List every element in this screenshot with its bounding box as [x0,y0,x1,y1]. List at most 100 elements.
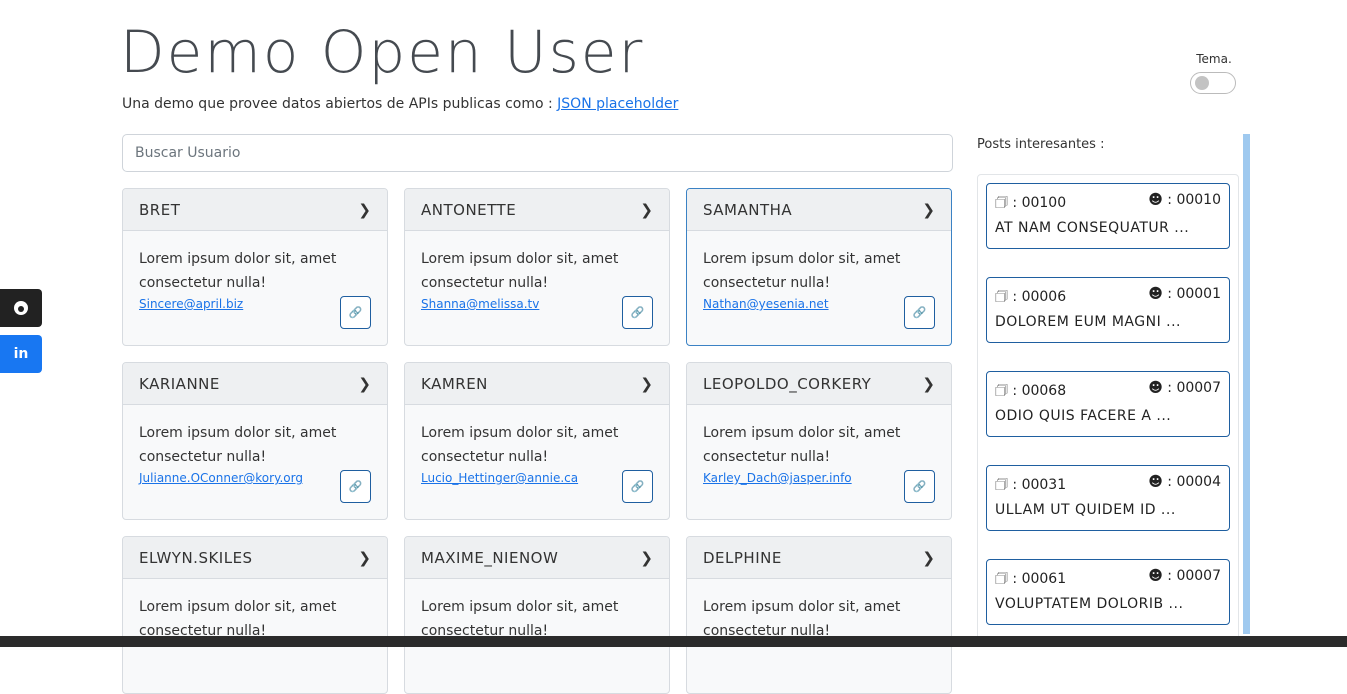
user-id-value: : 00007 [1167,568,1221,584]
user-id-value: : 00001 [1167,286,1221,302]
post-user: ☻ : 00001 [1148,286,1221,310]
user-name: ANTONETTE [421,200,517,219]
user-card[interactable]: MAXIME_NIENOW ❯ Lorem ipsum dolor sit, am… [404,536,670,694]
card-text: Lorem ipsum dolor sit, amet consectetur … [703,251,901,291]
user-card[interactable]: KARIANNE ❯ Lorem ipsum dolor sit, amet co… [122,362,388,520]
search-user-input[interactable] [122,134,953,172]
card-header[interactable]: DELPHINE ❯ [687,537,951,579]
post-item[interactable]: 🗇 : 00068 ☻ : 00007 ODIO QUIS FACERE A ..… [986,371,1230,437]
document-icon: 🗇 [995,383,1008,399]
chevron-right-icon[interactable]: ❯ [358,201,371,219]
post-id-value: : 00061 [1012,571,1067,587]
document-icon: 🗇 [995,289,1008,305]
link-icon: 🔗 [630,480,645,493]
user-name: KAMREN [421,374,488,393]
user-email-link[interactable]: Julianne.OConner@kory.org [139,471,371,485]
user-name: LEOPOLDO_CORKERY [703,374,872,393]
toggle-knob [1195,76,1209,90]
user-icon: ☻ [1148,192,1163,208]
card-header[interactable]: KARIANNE ❯ [123,363,387,405]
post-id: 🗇 : 00068 [995,380,1066,404]
card-text: Lorem ipsum dolor sit, amet consectetur … [139,425,337,465]
link-icon: 🔗 [348,306,363,319]
card-text: Lorem ipsum dolor sit, amet consectetur … [139,251,337,291]
user-card[interactable]: SAMANTHA ❯ Lorem ipsum dolor sit, amet co… [686,188,952,346]
user-name: MAXIME_NIENOW [421,548,559,567]
page-subtitle: Una demo que provee datos abiertos de AP… [122,96,678,112]
card-header[interactable]: ELWYN.SKILES ❯ [123,537,387,579]
chevron-right-icon[interactable]: ❯ [358,375,371,393]
chevron-right-icon[interactable]: ❯ [640,375,653,393]
card-header[interactable]: KAMREN ❯ [405,363,669,405]
user-icon: ☻ [1148,380,1163,396]
link-button[interactable]: 🔗 [904,470,935,503]
user-card[interactable]: BRET ❯ Lorem ipsum dolor sit, amet consec… [122,188,388,346]
card-header[interactable]: MAXIME_NIENOW ❯ [405,537,669,579]
link-button[interactable]: 🔗 [904,296,935,329]
card-header[interactable]: LEOPOLDO_CORKERY ❯ [687,363,951,405]
user-email-link[interactable]: Shanna@melissa.tv [421,297,653,311]
chevron-right-icon[interactable]: ❯ [922,375,935,393]
link-button[interactable]: 🔗 [340,470,371,503]
user-card[interactable]: KAMREN ❯ Lorem ipsum dolor sit, amet cons… [404,362,670,520]
scrollbar[interactable] [1243,134,1250,634]
user-icon: ☻ [1148,286,1163,302]
chevron-right-icon[interactable]: ❯ [922,201,935,219]
post-item[interactable]: 🗇 : 00006 ☻ : 00001 DOLOREM EUM MAGNI ... [986,277,1230,343]
linkedin-icon: in [13,346,29,362]
link-icon: 🔗 [912,480,927,493]
chevron-right-icon[interactable]: ❯ [358,549,371,567]
user-card[interactable]: DELPHINE ❯ Lorem ipsum dolor sit, amet co… [686,536,952,694]
user-name: KARIANNE [139,374,220,393]
post-item[interactable]: 🗇 : 00061 ☻ : 00007 VOLUPTATEM DOLORIB ..… [986,559,1230,625]
user-name: ELWYN.SKILES [139,548,253,567]
document-icon: 🗇 [995,477,1008,493]
card-header[interactable]: ANTONETTE ❯ [405,189,669,231]
user-email-link[interactable]: Nathan@yesenia.net [703,297,935,311]
user-icon: ☻ [1148,568,1163,584]
post-id-value: : 00068 [1012,383,1067,399]
user-icon: ☻ [1148,474,1163,490]
user-card[interactable]: LEOPOLDO_CORKERY ❯ Lorem ipsum dolor sit,… [686,362,952,520]
chevron-right-icon[interactable]: ❯ [922,549,935,567]
link-button[interactable]: 🔗 [340,296,371,329]
card-text: Lorem ipsum dolor sit, amet consectetur … [703,425,901,465]
post-user: ☻ : 00004 [1148,474,1221,498]
post-title: DOLOREM EUM MAGNI ... [995,314,1182,330]
user-name: BRET [139,200,181,219]
user-email-link[interactable]: Lucio_Hettinger@annie.ca [421,471,653,485]
os-taskbar [0,636,1347,647]
user-id-value: : 00007 [1167,380,1221,396]
user-email-link[interactable]: Sincere@april.biz [139,297,371,311]
post-id-value: : 00031 [1012,477,1067,493]
link-icon: 🔗 [630,306,645,319]
post-id: 🗇 : 00031 [995,474,1066,498]
post-item[interactable]: 🗇 : 00031 ☻ : 00004 ULLAM UT QUIDEM ID ..… [986,465,1230,531]
github-button[interactable] [0,289,42,327]
chevron-right-icon[interactable]: ❯ [640,549,653,567]
post-item[interactable]: 🗇 : 00100 ☻ : 00010 AT NAM CONSEQUATUR ..… [986,183,1230,249]
linkedin-button[interactable]: in [0,335,42,373]
page-title: Demo Open User [120,18,645,86]
post-title: ODIO QUIS FACERE A ... [995,408,1172,424]
card-text: Lorem ipsum dolor sit, amet consectetur … [421,425,619,465]
link-button[interactable]: 🔗 [622,470,653,503]
card-header[interactable]: SAMANTHA ❯ [687,189,951,231]
user-name: DELPHINE [703,548,782,567]
user-id-value: : 00004 [1167,474,1221,490]
user-card[interactable]: ELWYN.SKILES ❯ Lorem ipsum dolor sit, ame… [122,536,388,694]
post-user: ☻ : 00007 [1148,568,1221,592]
posts-panel: 🗇 : 00100 ☻ : 00010 AT NAM CONSEQUATUR ..… [977,174,1239,644]
user-card[interactable]: ANTONETTE ❯ Lorem ipsum dolor sit, amet c… [404,188,670,346]
post-title: AT NAM CONSEQUATUR ... [995,220,1190,236]
link-button[interactable]: 🔗 [622,296,653,329]
post-user: ☻ : 00010 [1148,192,1221,216]
card-header[interactable]: BRET ❯ [123,189,387,231]
json-placeholder-link[interactable]: JSON placeholder [557,96,678,112]
post-user: ☻ : 00007 [1148,380,1221,404]
github-icon [14,301,28,315]
chevron-right-icon[interactable]: ❯ [640,201,653,219]
theme-toggle[interactable] [1190,72,1236,94]
user-email-link[interactable]: Karley_Dach@jasper.info [703,471,935,485]
document-icon: 🗇 [995,571,1008,587]
